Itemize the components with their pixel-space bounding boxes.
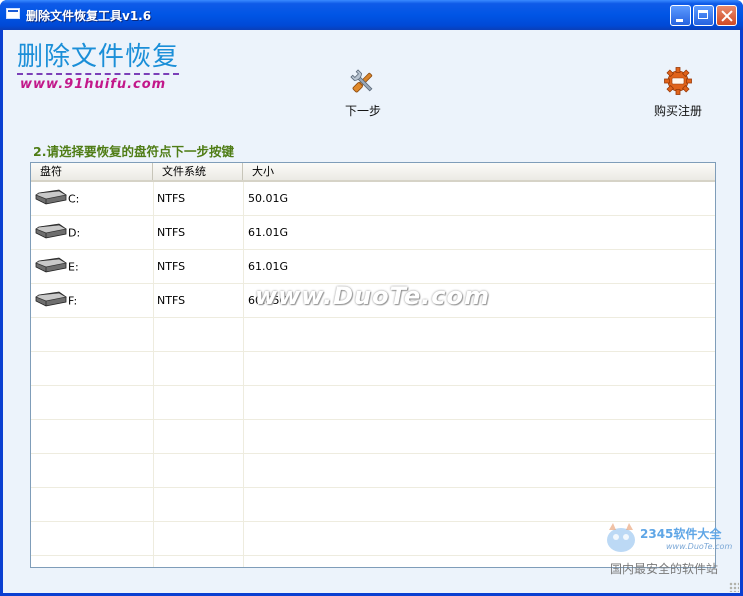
filesystem-cell: NTFS bbox=[157, 226, 186, 239]
drive-list[interactable]: 盘符 文件系统 大小 C: NTFS 50.01G D: NTFS 61.01G… bbox=[30, 162, 716, 568]
tools-icon bbox=[350, 69, 373, 93]
mascot-icon bbox=[607, 523, 635, 552]
brand-watermark: 2345软件大全 bbox=[640, 527, 722, 541]
next-step-label: 下一步 bbox=[344, 104, 381, 118]
size-cell: 61.01G bbox=[248, 226, 289, 239]
drive-cell: F: bbox=[35, 284, 153, 317]
size-cell: 50.01G bbox=[248, 192, 289, 205]
buy-register-label: 购买注册 bbox=[653, 104, 702, 118]
empty-row bbox=[31, 386, 715, 420]
instruction-text: 2.请选择要恢复的盘符点下一步按键 bbox=[33, 144, 234, 159]
column-header-drive[interactable]: 盘符 bbox=[31, 163, 153, 180]
logo-title: 删除文件恢复 bbox=[17, 42, 180, 72]
drive-letter: D: bbox=[68, 226, 81, 240]
hard-drive-icon bbox=[35, 188, 67, 208]
duote-watermark: www.DuoTe.com bbox=[255, 282, 490, 310]
site-watermark: 国内最安全的软件站 bbox=[610, 562, 719, 576]
column-header-filesystem[interactable]: 文件系统 bbox=[153, 163, 243, 180]
next-step-button[interactable]: 下一步 bbox=[328, 68, 398, 119]
table-row[interactable]: E: NTFS 61.01G bbox=[31, 250, 715, 284]
list-rows: C: NTFS 50.01G D: NTFS 61.01G E: NTFS 61… bbox=[31, 182, 715, 567]
filesystem-cell: NTFS bbox=[157, 192, 186, 205]
hard-drive-icon bbox=[35, 256, 67, 276]
brand-url-watermark: www.DuoTe.com bbox=[666, 542, 733, 551]
table-row[interactable]: C: NTFS 50.01G bbox=[31, 182, 715, 216]
column-header-size[interactable]: 大小 bbox=[243, 163, 715, 180]
title-bar[interactable]: 删除文件恢复工具v1.6 bbox=[0, 0, 743, 30]
filesystem-cell: NTFS bbox=[157, 260, 186, 273]
empty-row bbox=[31, 318, 715, 352]
app-window-icon[interactable] bbox=[6, 8, 20, 19]
window-title: 删除文件恢复工具v1.6 bbox=[26, 9, 152, 23]
empty-row bbox=[31, 352, 715, 386]
size-cell: 61.01G bbox=[248, 260, 289, 273]
logo-divider bbox=[17, 73, 179, 75]
drive-letter: C: bbox=[68, 192, 80, 206]
table-row[interactable]: D: NTFS 61.01G bbox=[31, 216, 715, 250]
drive-cell: C: bbox=[35, 182, 153, 215]
buy-register-button[interactable]: 购买注册 bbox=[643, 66, 713, 119]
hard-drive-icon bbox=[35, 222, 67, 242]
filesystem-cell: NTFS bbox=[157, 294, 186, 307]
close-button[interactable] bbox=[716, 5, 737, 26]
resize-grip[interactable] bbox=[729, 582, 739, 592]
empty-row bbox=[31, 488, 715, 522]
logo-url: www.91huifu.com bbox=[20, 77, 167, 92]
list-header: 盘符 文件系统 大小 bbox=[31, 163, 715, 182]
drive-cell: E: bbox=[35, 250, 153, 283]
client-area: 删除文件恢复 www.91huifu.com 下一步 购买注册 2.请选择要恢复… bbox=[3, 30, 740, 593]
drive-letter: E: bbox=[68, 260, 79, 274]
drive-letter: F: bbox=[68, 294, 78, 308]
gear-icon bbox=[664, 67, 692, 95]
maximize-button[interactable] bbox=[693, 5, 714, 26]
minimize-button[interactable] bbox=[670, 5, 691, 26]
hard-drive-icon bbox=[35, 290, 67, 310]
empty-row bbox=[31, 420, 715, 454]
drive-cell: D: bbox=[35, 216, 153, 249]
empty-row bbox=[31, 454, 715, 488]
